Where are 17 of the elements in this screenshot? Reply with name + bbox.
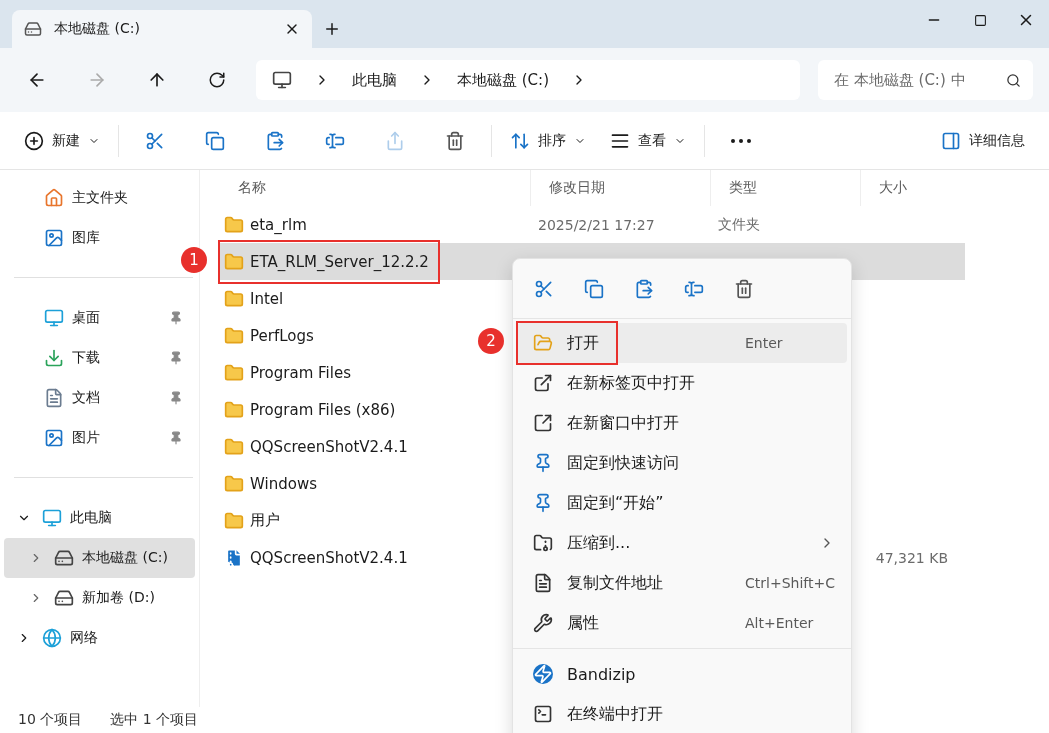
step-badge: 1 [181,247,207,273]
step-badge: 2 [478,328,504,354]
file-name: Windows [250,474,317,493]
file-name: Program Files (x86) [250,400,396,419]
file-name: QQScreenShotV2.4.1 [250,548,408,567]
file-name: QQScreenShotV2.4.1 [250,437,408,456]
item-count: 10 个项目 [18,711,83,729]
file-name: ETA_RLM_Server_12.2.2 [250,252,429,271]
size-text: 47,321 KB [875,549,948,566]
date-text: 2025/2/21 17:27 [538,216,655,233]
file-name: Program Files [250,363,351,382]
file-name: PerfLogs [250,326,314,345]
file-name: Intel [250,289,284,308]
selection-count: 选中 1 个项目 [110,711,199,729]
type-text: 文件夹 [718,215,760,232]
file-name: eta_rlm [250,215,307,234]
file-name: 用户 [250,511,280,530]
